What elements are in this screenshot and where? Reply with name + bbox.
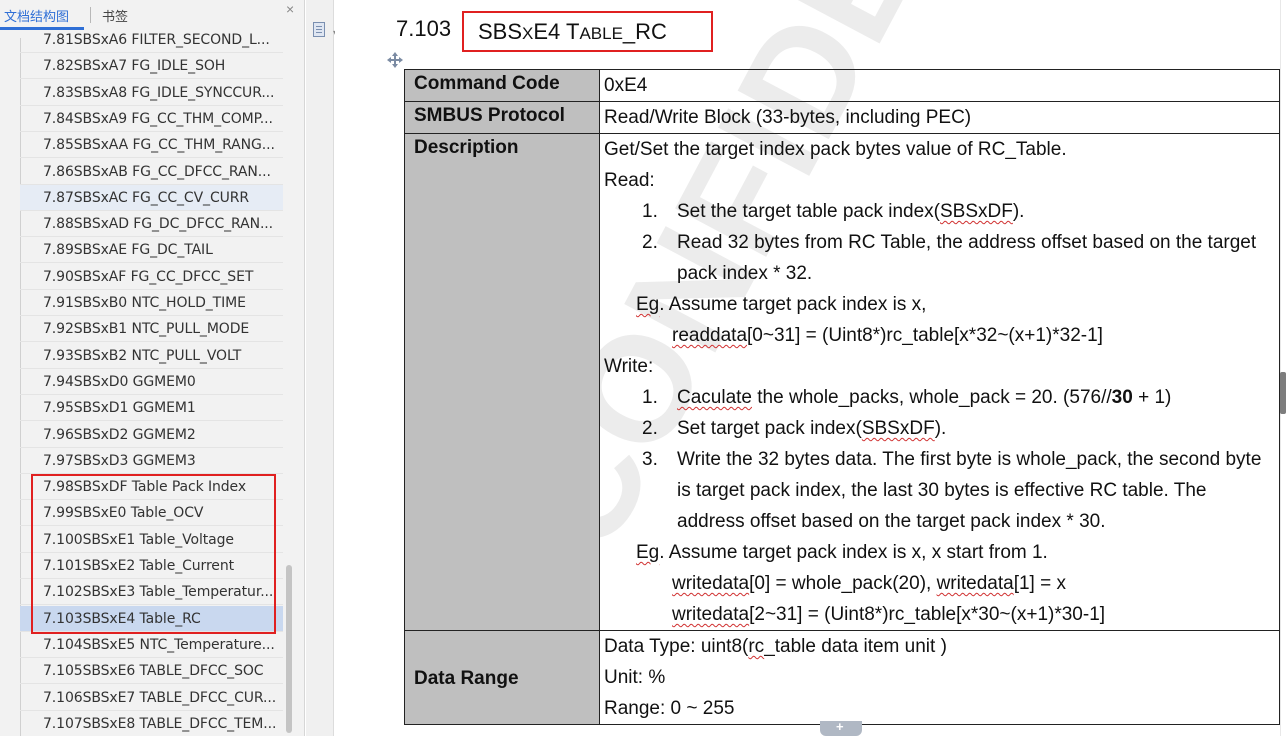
read-heading: Read:	[604, 170, 655, 191]
section-title-highlight-box: SBSXE4 TABLE_RC	[462, 11, 713, 52]
outline-item[interactable]: 7.106SBSxE7 TABLE_DFCC_CUR...	[20, 685, 283, 711]
outline-item[interactable]: 7.103SBSxE4 Table_RC	[20, 605, 283, 632]
write-step-3-cont-1: is target pack index, the last 30 bytes …	[677, 480, 1207, 501]
write-step-1: 1. Caculate the whole_packs, whole_pack =…	[642, 387, 1172, 408]
data-range-value[interactable]: Data Type: uint8(rc_table data item unit…	[599, 630, 1280, 725]
outline-item[interactable]: 7.97SBSxD3 GGMEM3	[20, 448, 283, 474]
description-label: Description	[404, 133, 600, 631]
write-step-3-cont-2: address offset based on the target pack …	[677, 511, 1106, 532]
outline-item[interactable]: 7.100SBSxE1 Table_Voltage	[20, 527, 283, 553]
outline-item[interactable]: 7.86SBSxAB FG_CC_DFCC_RAN...	[20, 159, 283, 185]
unit-line: Unit: %	[604, 667, 666, 688]
table-row-command-code: Command Code 0xE4	[404, 69, 1280, 102]
section-title: SBSXE4 TABLE_RC	[478, 19, 667, 44]
outline-item[interactable]: 7.85SBSxAA FG_CC_THM_RANG...	[20, 132, 283, 159]
table-row-protocol: SMBUS Protocol Read/Write Block (33-byte…	[404, 101, 1280, 134]
tab-divider	[90, 7, 91, 23]
read-step-2: 2. Read 32 bytes from RC Table, the addre…	[642, 232, 1257, 253]
nav-tab-bar: 文档结构图 书签 ×	[0, 0, 305, 30]
outline-item[interactable]: 7.91SBSxB0 NTC_HOLD_TIME	[20, 290, 283, 316]
protocol-value[interactable]: Read/Write Block (33-bytes, including PE…	[599, 101, 1280, 134]
write-example: Eg. Assume target pack index is x, x sta…	[636, 542, 1048, 563]
outline-item[interactable]: 7.98SBSxDF Table Pack Index	[20, 474, 283, 501]
outline-item[interactable]: 7.90SBSxAF FG_CC_DFCC_SET	[20, 264, 283, 290]
read-step-1: 1. Set the target table pack index(SBSxDF…	[642, 201, 1025, 222]
outline-item[interactable]: 7.87SBSxAC FG_CC_CV_CURR	[20, 184, 283, 211]
write-code-1: writedata[0] = whole_pack(20), writedata…	[672, 573, 1066, 594]
outline-item[interactable]: 7.94SBSxD0 GGMEM0	[20, 369, 283, 395]
outline-item[interactable]: 7.101SBSxE2 Table_Current	[20, 553, 283, 579]
add-page-tab[interactable]	[820, 719, 862, 736]
table-move-handle-icon[interactable]	[387, 52, 403, 68]
command-code-value[interactable]: 0xE4	[599, 69, 1280, 102]
read-step-2-cont: pack index * 32.	[677, 263, 813, 284]
outline-item[interactable]: 7.102SBSxE3 Table_Temperatur...	[20, 579, 283, 606]
scrollbar-thumb[interactable]	[286, 565, 292, 733]
outline-options-icon[interactable]	[313, 22, 325, 37]
pane-splitter[interactable]	[306, 0, 334, 736]
outline-item[interactable]: 7.88SBSxAD FG_DC_DFCC_RAN...	[20, 211, 283, 238]
data-type-line: Data Type: uint8(rc_table data item unit…	[604, 636, 947, 657]
write-step-2: 2. Set target pack index(SBSxDF).	[642, 418, 947, 439]
section-number: 7.103	[396, 16, 452, 41]
document-page: CONFIDENTIAL 7.103 SBSXE4 TABLE_RC Comma…	[335, 0, 1286, 736]
write-heading: Write:	[604, 356, 654, 377]
outline-item[interactable]: 7.99SBSxE0 Table_OCV	[20, 500, 283, 527]
command-spec-table: Command Code 0xE4 SMBUS Protocol Read/Wr…	[404, 69, 1280, 725]
protocol-label: SMBUS Protocol	[404, 101, 600, 134]
outline-item[interactable]: 7.89SBSxAE FG_DC_TAIL	[20, 237, 283, 264]
outline-item[interactable]: 7.95SBSxD1 GGMEM1	[20, 395, 283, 422]
outline-item[interactable]: 7.96SBSxD2 GGMEM2	[20, 422, 283, 448]
tab-bookmarks[interactable]: 书签	[102, 6, 128, 25]
write-step-3: 3. Write the 32 bytes data. The first byt…	[642, 449, 1262, 470]
outline-tree: 7.81SBSxA6 FILTER_SECOND_L... 7.82SBSxA7 …	[20, 30, 283, 736]
outline-item[interactable]: 7.84SBSxA9 FG_CC_THM_COMP...	[20, 106, 283, 132]
outline-item[interactable]: 7.92SBSxB1 NTC_PULL_MODE	[20, 316, 283, 343]
read-example: Eg. Assume target pack index is x,	[636, 294, 927, 315]
tab-document-outline[interactable]: 文档结构图	[4, 6, 69, 25]
data-range-label: Data Range	[404, 630, 600, 725]
outline-item[interactable]: 7.105SBSxE6 TABLE_DFCC_SOC	[20, 658, 283, 685]
desc-intro: Get/Set the target index pack bytes valu…	[604, 139, 1067, 160]
document-outline-pane: 文档结构图 书签 × 7.81SBSxA6 FILTER_SECOND_L...…	[0, 0, 305, 736]
table-row-description: Description Get/Set the target index pac…	[404, 133, 1280, 631]
outline-item[interactable]: 7.83SBSxA8 FG_IDLE_SYNCCUR...	[20, 80, 283, 106]
outline-item[interactable]: 7.82SBSxA7 FG_IDLE_SOH	[20, 53, 283, 80]
outline-item[interactable]: 7.107SBSxE8 TABLE_DFCC_TEM...	[20, 711, 283, 736]
close-icon[interactable]: ×	[286, 1, 294, 17]
outline-item[interactable]: 7.93SBSxB2 NTC_PULL_VOLT	[20, 343, 283, 369]
page-edge	[1280, 0, 1281, 736]
range-line: Range: 0 ~ 255	[604, 698, 735, 719]
read-code: readdata[0~31] = (Uint8*)rc_table[x*32~(…	[672, 325, 1103, 346]
scroll-marker[interactable]	[1280, 372, 1286, 414]
write-code-2: writedata[2~31] = (Uint8*)rc_table[x*30~…	[672, 604, 1106, 625]
table-row-data-range: Data Range Data Type: uint8(rc_table dat…	[404, 630, 1280, 725]
command-code-label: Command Code	[404, 69, 600, 102]
outline-item[interactable]: 7.104SBSxE5 NTC_Temperature...	[20, 632, 283, 658]
outline-item[interactable]: 7.81SBSxA6 FILTER_SECOND_L...	[20, 30, 283, 53]
description-value[interactable]: Get/Set the target index pack bytes valu…	[599, 133, 1280, 631]
outline-scrollbar[interactable]	[284, 30, 294, 736]
